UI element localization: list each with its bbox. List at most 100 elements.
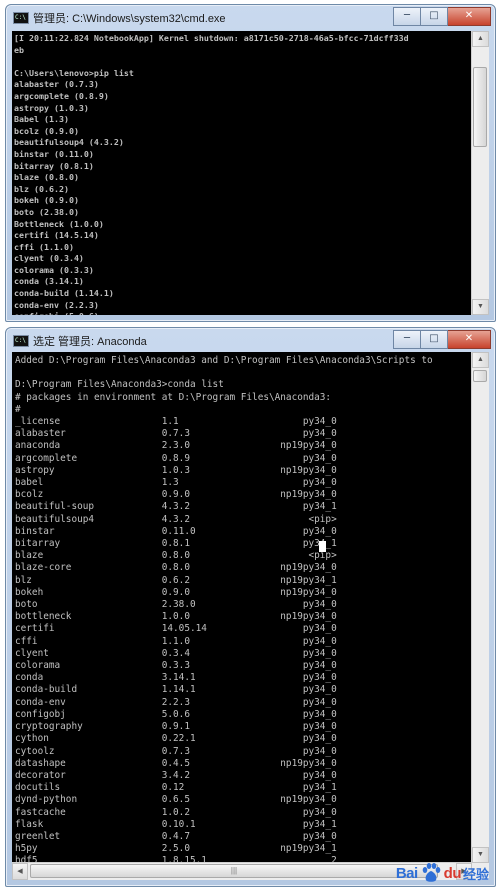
close-button[interactable]: ✕ [448, 7, 491, 26]
minimize-button[interactable]: ─ [393, 7, 421, 26]
vertical-scrollbar[interactable]: ▲ ▼ [471, 352, 489, 863]
terminal-line: alabaster 0.7.3 py34_0 [15, 428, 337, 440]
terminal-line: # packages in environment at D:\Program … [15, 391, 332, 403]
terminal-line: conda-env 2.2.3 py34_0 [15, 696, 337, 708]
terminal-line: blz 0.6.2 np19py34_1 [15, 574, 337, 586]
cmd-terminal-output[interactable]: [I 20:11:22.824 NotebookApp] Kernel shut… [12, 31, 472, 315]
anaconda-window-title: 选定 管理员: Anaconda [33, 336, 147, 348]
terminal-line: blaze 0.8.0 <pip> [15, 550, 337, 562]
terminal-line: blaze-core 0.8.0 np19py34_0 [15, 562, 337, 574]
terminal-line: bokeh 0.9.0 np19py34_0 [15, 586, 337, 598]
terminal-line: argcomplete (0.8.9) [14, 90, 109, 101]
terminal-line: conda-env (2.2.3) [14, 299, 99, 310]
terminal-line: datashape 0.4.5 np19py34_0 [15, 757, 337, 769]
terminal-line: clyent (0.3.4) [14, 253, 84, 264]
terminal-line: blaze (0.8.0) [14, 172, 79, 183]
terminal-line: conda (3.14.1) [14, 276, 84, 287]
terminal-line: configobj (5.0.6) [14, 311, 472, 315]
terminal-line: flask 0.10.1 py34_1 [15, 818, 337, 830]
cmd-window: 管理员: C:\Windows\system32\cmd.exe ─ □ ✕ [… [5, 4, 496, 322]
scroll-left-arrow-icon[interactable]: ◀ [12, 863, 28, 880]
terminal-line: boto 2.38.0 py34_0 [15, 599, 337, 611]
anaconda-window-controls: ─ □ ✕ [393, 330, 491, 349]
terminal-line: anaconda 2.3.0 np19py34_0 [15, 440, 337, 452]
terminal-line: astropy 1.0.3 np19py34_0 [15, 464, 337, 476]
terminal-line: beautifulsoup4 (4.3.2) [14, 137, 124, 148]
terminal-line: astropy (1.0.3) [14, 102, 89, 113]
terminal-line: configobj 5.0.6 py34_0 [15, 708, 337, 720]
terminal-line: conda-build 1.14.1 py34_0 [15, 684, 337, 696]
terminal-line: bitarray (0.8.1) [14, 160, 94, 171]
cmd-console-area[interactable]: [I 20:11:22.824 NotebookApp] Kernel shut… [12, 31, 489, 315]
terminal-line: beautifulsoup4 4.3.2 <pip> [15, 513, 337, 525]
scroll-up-arrow-icon[interactable]: ▲ [472, 31, 489, 47]
baidu-watermark: Bai du 经验 [396, 862, 489, 884]
console-icon [13, 335, 29, 347]
terminal-line: [I 20:11:22.824 NotebookApp] Kernel shut… [14, 33, 409, 43]
terminal-line: conda-build (1.14.1) [14, 288, 114, 299]
scroll-thumb[interactable] [473, 67, 487, 147]
terminal-line: colorama (0.3.3) [14, 264, 94, 275]
terminal-line: # [15, 403, 21, 415]
watermark-du: du [443, 864, 462, 882]
baidu-paw-icon [422, 863, 440, 882]
terminal-line: dynd-python 0.6.5 np19py34_0 [15, 794, 337, 806]
watermark-bai: Bai [395, 864, 418, 882]
terminal-line: boto (2.38.0) [14, 206, 79, 217]
terminal-line: D:\Program Files\Anaconda3>conda list [15, 379, 224, 391]
terminal-line: docutils 0.12 py34_1 [15, 782, 337, 794]
terminal-line: clyent 0.3.4 py34_0 [15, 647, 337, 659]
terminal-line: argcomplete 0.8.9 py34_0 [15, 452, 337, 464]
terminal-line: cffi (1.1.0) [14, 241, 74, 252]
terminal-line: binstar (0.11.0) [14, 148, 94, 159]
terminal-line: beautiful-soup 4.3.2 py34_1 [15, 501, 337, 513]
scroll-down-arrow-icon[interactable]: ▼ [472, 299, 489, 315]
terminal-line: binstar 0.11.0 py34_0 [15, 525, 337, 537]
terminal-line: bitarray 0.8.1 py34_1 [15, 538, 337, 550]
terminal-line: Bottleneck (1.0.0) [14, 218, 104, 229]
terminal-line: alabaster (0.7.3) [14, 79, 99, 90]
terminal-line: greenlet 0.4.7 py34_0 [15, 830, 337, 842]
terminal-line: eb [14, 44, 24, 55]
minimize-button[interactable]: ─ [393, 330, 421, 349]
console-icon [13, 12, 29, 24]
terminal-line: Babel (1.3) [14, 114, 69, 125]
maximize-button[interactable]: □ [421, 330, 448, 349]
terminal-line: bokeh (0.9.0) [14, 195, 79, 206]
terminal-line: blz (0.6.2) [14, 183, 69, 194]
terminal-line: certifi (14.5.14) [14, 230, 99, 241]
terminal-line: conda 3.14.1 py34_0 [15, 672, 337, 684]
terminal-line: Added D:\Program Files\Anaconda3 and D:\… [15, 355, 433, 366]
close-button[interactable]: ✕ [448, 330, 491, 349]
maximize-button[interactable]: □ [421, 7, 448, 26]
terminal-line: cffi 1.1.0 py34_0 [15, 635, 337, 647]
terminal-line: cryptography 0.9.1 py34_0 [15, 721, 337, 733]
scroll-down-arrow-icon[interactable]: ▼ [472, 847, 489, 863]
terminal-line: decorator 3.4.2 py34_0 [15, 769, 337, 781]
terminal-line: cytoolz 0.7.3 py34_0 [15, 745, 337, 757]
terminal-line: bcolz 0.9.0 np19py34_0 [15, 489, 337, 501]
terminal-line: fastcache 1.0.2 py34_0 [15, 806, 337, 818]
terminal-line: h5py 2.5.0 np19py34_1 [15, 843, 337, 855]
anaconda-window: 选定 管理员: Anaconda ─ □ ✕ Added D:\Program … [5, 327, 496, 887]
terminal-line: colorama 0.3.3 py34_0 [15, 660, 337, 672]
terminal-line: cython 0.22.1 py34_0 [15, 733, 337, 745]
terminal-line: bcolz (0.9.0) [14, 125, 79, 136]
cmd-window-title: 管理员: C:\Windows\system32\cmd.exe [33, 13, 226, 25]
scroll-thumb[interactable] [473, 370, 487, 382]
scroll-up-arrow-icon[interactable]: ▲ [472, 352, 489, 368]
terminal-line: bottleneck 1.0.0 np19py34_0 [15, 611, 337, 623]
selection-cursor [319, 541, 326, 552]
anaconda-title-bar[interactable]: 选定 管理员: Anaconda ─ □ ✕ [6, 328, 495, 352]
cmd-title-bar[interactable]: 管理员: C:\Windows\system32\cmd.exe ─ □ ✕ [6, 5, 495, 29]
anaconda-terminal-output[interactable]: Added D:\Program Files\Anaconda3 and D:\… [12, 352, 472, 863]
vertical-scrollbar[interactable]: ▲ ▼ [471, 31, 489, 315]
terminal-line: C:\Users\lenovo>pip list [14, 67, 134, 78]
anaconda-console-area[interactable]: Added D:\Program Files\Anaconda3 and D:\… [12, 352, 489, 880]
horizontal-scroll-thumb[interactable]: ||| [30, 864, 438, 878]
terminal-line: _license 1.1 py34_0 [15, 416, 337, 428]
cmd-window-controls: ─ □ ✕ [393, 7, 491, 26]
terminal-line: certifi 14.05.14 py34_0 [15, 623, 337, 635]
